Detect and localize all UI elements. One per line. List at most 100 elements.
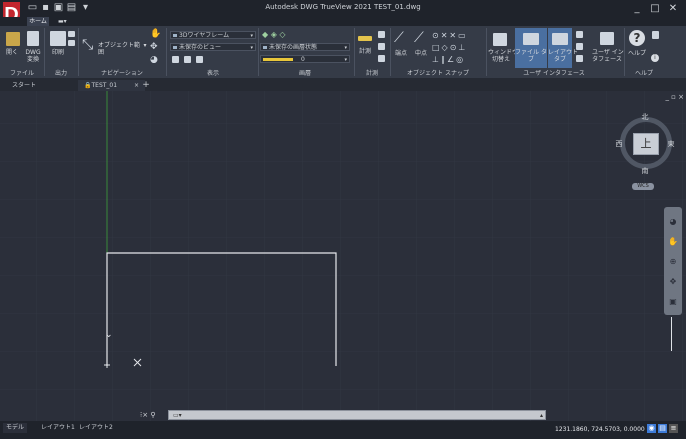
panel-label-ui: ユーザ インタフェース [523, 70, 585, 77]
page-setup-icon[interactable] [68, 31, 75, 37]
id-point-icon[interactable] [378, 31, 385, 38]
layer-state-icon [263, 46, 267, 49]
pan-nav-icon[interactable]: ✋ [667, 237, 679, 246]
command-line-controls[interactable]: ⁝× ⚲ [140, 410, 168, 420]
plot-printer-icon [50, 31, 66, 46]
command-line-input[interactable]: ▭▾ ▴ [168, 410, 546, 420]
steering-wheel-nav-icon[interactable]: ◕ [667, 217, 679, 226]
distance-icon[interactable] [378, 55, 385, 62]
new-tab-button[interactable]: + [141, 80, 151, 91]
layout-tab-model[interactable]: モデル [3, 423, 28, 433]
palettes-icon[interactable] [576, 55, 583, 62]
user-interface-icon [600, 32, 614, 45]
wcs-menu[interactable]: WCS [632, 183, 654, 190]
customization-icon[interactable]: ≡ [669, 424, 678, 433]
panel-label-help: ヘルプ [634, 70, 653, 77]
status-coordinates[interactable]: 1231.1860, 724.5703, 0.0000 [555, 425, 645, 435]
workspace-icon[interactable]: ▤ [658, 424, 667, 433]
compass-west[interactable]: 西 [613, 139, 625, 149]
navbar-divider [671, 317, 672, 351]
zoom-extents-button[interactable]: オブジェクト範囲 [98, 42, 142, 56]
zoom-dropdown-arrow[interactable]: ▾ [142, 42, 148, 49]
pan-hand-icon[interactable]: ✋ [150, 29, 161, 39]
current-layer-value: 0 [301, 56, 305, 63]
viewport-controls[interactable]: _ ▫ × [624, 93, 684, 103]
list-icon[interactable] [378, 43, 385, 50]
drawing-canvas[interactable]: ⌄ [0, 91, 686, 421]
viewcube-top-face[interactable]: 上 [633, 133, 659, 155]
layer-properties-icon[interactable]: ◆ ◈ ◇ [262, 31, 296, 39]
visual-style-select[interactable]: 3Dワイヤフレーム ▾ [170, 31, 256, 39]
layout-tab-button[interactable]: レイアウト タブ [548, 49, 578, 63]
midpoint-snap-button[interactable]: 中点 [414, 50, 428, 57]
named-view-value: 未保存のビュー [179, 44, 222, 51]
orbit-nav-icon[interactable]: ✥ [667, 277, 679, 286]
switch-window-button[interactable]: ウィンドウ 切替え [488, 49, 518, 63]
orbit-icon[interactable]: ✥ [150, 42, 160, 52]
view-manager-icon[interactable] [172, 56, 179, 63]
zoom-nav-icon[interactable]: ⊕ [667, 257, 679, 266]
help-button[interactable]: ヘルプ [627, 50, 647, 57]
doc-tab-label: TEST_01 [91, 82, 118, 89]
doc-tab-start[interactable]: スタート [6, 80, 78, 91]
drawing-grid [0, 91, 686, 421]
layout-tab-layout1[interactable]: レイアウト1 [38, 423, 78, 433]
panel-label-output: 出力 [54, 70, 67, 77]
osnap-grid-icons[interactable]: ⊙✕✕▭ □◇⊙⊥ ⊥∥∠◎ [432, 30, 482, 66]
help-book-icon[interactable] [652, 31, 659, 39]
endpoint-snap-button[interactable]: 端点 [394, 50, 408, 57]
panel-separator [486, 28, 487, 76]
visual-style-icon [173, 34, 177, 37]
measure-button[interactable]: 計測 [356, 48, 374, 55]
named-views-icon[interactable] [196, 56, 203, 63]
layout-tab-layout2[interactable]: レイアウト2 [76, 423, 116, 433]
named-view-select[interactable]: 未保存のビュー ▾ [170, 43, 256, 51]
command-history-arrow[interactable]: ▴ [540, 411, 543, 420]
layout-tab-icon [552, 33, 568, 45]
tab-home[interactable]: ホーム [27, 17, 49, 26]
compass-south[interactable]: 南 [639, 166, 651, 176]
midpoint-snap-icon: ⟋ [414, 30, 424, 46]
window-title: Autodesk DWG TrueView 2021 TEST_01.dwg [265, 3, 421, 11]
chevron-down-icon: ▾ [250, 33, 253, 39]
panel-separator [166, 28, 167, 76]
dwg-convert-button[interactable]: DWG 変換 [23, 49, 43, 63]
file-tab-icon [523, 33, 539, 45]
panel-separator [78, 28, 79, 76]
model-space-icon[interactable]: ◉ [647, 424, 656, 433]
minimize-button[interactable]: _ [630, 2, 644, 15]
panel-separator [354, 28, 355, 76]
viewport-config-icon[interactable] [184, 56, 191, 63]
doc-tab-test01[interactable]: 🔒TEST_01 × [78, 80, 145, 91]
open-button[interactable]: 開く [2, 49, 22, 56]
compass-north[interactable]: 北 [639, 112, 651, 122]
chevron-down-icon: ▾ [344, 57, 347, 63]
file-tab-button[interactable]: ファイル タブ [515, 49, 547, 63]
measure-ruler-icon [358, 36, 372, 41]
compass-east[interactable]: 東 [665, 139, 677, 149]
close-button[interactable]: ✕ [666, 2, 680, 15]
endpoint-snap-icon: ⟋ [394, 30, 404, 46]
chevron-down-icon: ▾ [250, 45, 253, 51]
current-layer-select[interactable]: 0 ▾ [260, 55, 350, 63]
plot-button[interactable]: 印刷 [48, 49, 68, 56]
status-bar-icon[interactable] [576, 31, 583, 38]
tab-panel-toggle[interactable]: ▬▾ [58, 17, 76, 26]
doc-tab-close-icon[interactable]: × [134, 80, 139, 91]
showmotion-nav-icon[interactable]: ▣ [667, 297, 679, 306]
zoom-extents-icon[interactable]: ⤡ [82, 38, 96, 52]
steering-wheel-icon[interactable]: ◕ [150, 55, 160, 65]
ribbon-tab-row [0, 17, 686, 26]
panel-separator [44, 28, 45, 76]
info-icon[interactable]: i [651, 54, 659, 62]
panel-label-file: ファイル [9, 70, 34, 77]
layer-state-select[interactable]: 未保存の画層状態 ▾ [260, 43, 350, 51]
visual-style-value: 3Dワイヤフレーム [179, 32, 230, 39]
batch-plot-icon[interactable] [68, 40, 75, 46]
user-interface-button[interactable]: ユーザ イン タフェース [592, 49, 624, 63]
maximize-button[interactable]: □ [648, 2, 662, 15]
toolbars-icon[interactable] [576, 43, 583, 50]
layer-state-value: 未保存の画層状態 [269, 44, 318, 51]
chevron-down-icon: ▾ [344, 45, 347, 51]
layer-status-icons [263, 58, 293, 61]
